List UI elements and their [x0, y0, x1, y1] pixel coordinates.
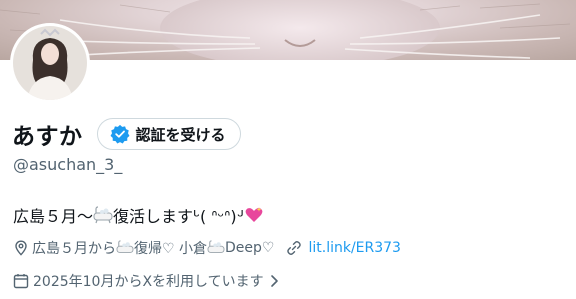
calendar-icon [13, 274, 29, 289]
bathtub-emoji-icon [116, 240, 134, 253]
chevron-right-icon [270, 275, 278, 287]
get-verified-button[interactable]: 認証を受ける [96, 118, 241, 150]
bathtub-emoji-icon [207, 240, 225, 253]
bio-text-2: 復活しますᒡ( ᐢᵕᐢ)ᒢ [113, 207, 244, 226]
location-text-c: Deep♡ [225, 240, 275, 256]
name-row: あすか 認証を受ける [12, 118, 241, 150]
profile-avatar[interactable] [10, 23, 90, 103]
bio-text: 広島５月〜 [13, 207, 94, 226]
avatar-image [13, 26, 87, 100]
display-name: あすか [12, 124, 83, 150]
location-pin-icon [15, 240, 27, 256]
profile-meta-row: 広島５月から 復帰♡ 小倉 Deep♡ lit.link/ER373 [13, 238, 401, 258]
joined-date-row[interactable]: 2025年10月からXを利用しています [13, 271, 281, 291]
profile-bio: 広島５月〜 復活しますᒡ( ᐢᵕᐢ)ᒢ [13, 203, 264, 227]
get-verified-label: 認証を受ける [135, 125, 226, 144]
location-text-b: 復帰♡ 小倉 [134, 241, 208, 257]
verified-badge-icon [110, 124, 129, 144]
location-text-a: 広島５月から [32, 241, 116, 257]
bathtub-emoji-icon [93, 206, 113, 224]
sparkling-heart-emoji-icon [245, 207, 262, 222]
link-icon [287, 241, 302, 255]
joined-date-text: 2025年10月からXを利用しています [33, 274, 264, 290]
profile-handle: @asuchan_3_ [13, 155, 123, 174]
profile-website-link[interactable]: lit.link/ER373 [308, 240, 401, 256]
